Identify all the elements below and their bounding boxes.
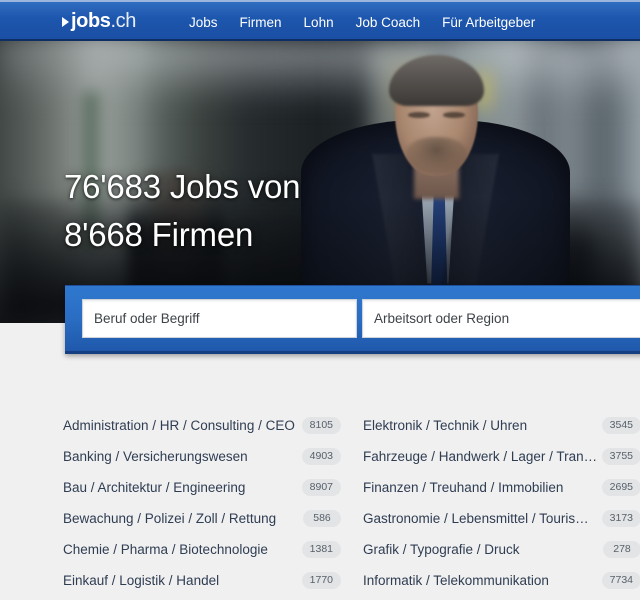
category-label: Fahrzeuge / Handwerk / Lager / Tran… [363, 449, 598, 464]
location-search-input[interactable]: Arbeitsort oder Region [362, 299, 640, 338]
site-header: jobs .ch Jobs Firmen Lohn Job Coach Für … [0, 0, 640, 41]
nav-item-fuer-arbeitgeber[interactable]: Für Arbeitgeber [431, 2, 546, 39]
category-count-badge: 586 [303, 510, 341, 527]
category-count-badge: 3173 [601, 510, 640, 527]
categories-column-right: Elektronik / Technik / Uhren 3545 Fahrze… [363, 410, 640, 596]
category-label: Banking / Versicherungswesen [63, 449, 248, 464]
category-row[interactable]: Chemie / Pharma / Biotechnologie 1381 [63, 534, 341, 565]
hero-banner: 76'683 Jobs von 8'668 Firmen [0, 41, 640, 323]
category-count-badge: 1770 [301, 572, 341, 589]
category-label: Gastronomie / Lebensmittel / Touris… [363, 511, 589, 526]
nav-item-job-coach[interactable]: Job Coach [345, 2, 432, 39]
category-label: Grafik / Typografie / Druck [363, 542, 520, 557]
categories-column-left: Administration / HR / Consulting / CEO 8… [63, 410, 341, 596]
play-triangle-icon [62, 16, 69, 27]
nav-item-lohn[interactable]: Lohn [293, 2, 345, 39]
category-label: Elektronik / Technik / Uhren [363, 418, 528, 433]
nav-item-jobs[interactable]: Jobs [178, 2, 229, 39]
category-row[interactable]: Bau / Architektur / Engineering 8907 [63, 472, 341, 503]
category-row[interactable]: Grafik / Typografie / Druck 278 [363, 534, 640, 565]
logo-main-text: jobs [71, 10, 111, 32]
category-count-badge: 278 [603, 541, 640, 558]
site-logo[interactable]: jobs .ch [62, 11, 136, 31]
nav-item-firmen[interactable]: Firmen [229, 2, 293, 39]
category-count-badge: 8105 [301, 417, 341, 434]
job-search-panel: Beruf oder Begriff Arbeitsort oder Regio… [65, 285, 640, 354]
category-label: Bau / Architektur / Engineering [63, 480, 246, 495]
category-row[interactable]: Fahrzeuge / Handwerk / Lager / Tran… 375… [363, 441, 640, 472]
main-navigation: Jobs Firmen Lohn Job Coach Für Arbeitgeb… [178, 2, 546, 39]
jobs-ch-homepage: jobs .ch Jobs Firmen Lohn Job Coach Für … [0, 0, 640, 600]
category-row[interactable]: Elektronik / Technik / Uhren 3545 [363, 410, 640, 441]
category-label: Informatik / Telekommunikation [363, 573, 549, 588]
category-count-badge: 3545 [601, 417, 640, 434]
keyword-search-input[interactable]: Beruf oder Begriff [82, 299, 357, 338]
category-row[interactable]: Gastronomie / Lebensmittel / Touris… 317… [363, 503, 640, 534]
category-label: Bewachung / Polizei / Zoll / Rettung [63, 511, 277, 526]
category-row[interactable]: Finanzen / Treuhand / Immobilien 2695 [363, 472, 640, 503]
category-count-badge: 8907 [301, 479, 341, 496]
category-label: Einkauf / Logistik / Handel [63, 573, 220, 588]
category-row[interactable]: Administration / HR / Consulting / CEO 8… [63, 410, 341, 441]
category-row[interactable]: Informatik / Telekommunikation 7734 [363, 565, 640, 596]
category-count-badge: 7734 [601, 572, 640, 589]
category-count-badge: 2695 [601, 479, 640, 496]
hero-headline-line1: 76'683 Jobs von [64, 168, 301, 205]
category-count-badge: 1381 [301, 541, 341, 558]
logo-suffix-text: .ch [110, 10, 137, 32]
hero-headline: 76'683 Jobs von 8'668 Firmen [64, 163, 301, 259]
category-label: Finanzen / Treuhand / Immobilien [363, 480, 564, 495]
category-row[interactable]: Banking / Versicherungswesen 4903 [63, 441, 341, 472]
category-label: Chemie / Pharma / Biotechnologie [63, 542, 268, 557]
hero-headline-line2: 8'668 Firmen [64, 216, 254, 253]
category-count-badge: 4903 [301, 448, 341, 465]
category-count-badge: 3755 [601, 448, 640, 465]
category-row[interactable]: Einkauf / Logistik / Handel 1770 [63, 565, 341, 596]
category-row[interactable]: Bewachung / Polizei / Zoll / Rettung 586 [63, 503, 341, 534]
category-label: Administration / HR / Consulting / CEO [63, 418, 295, 433]
